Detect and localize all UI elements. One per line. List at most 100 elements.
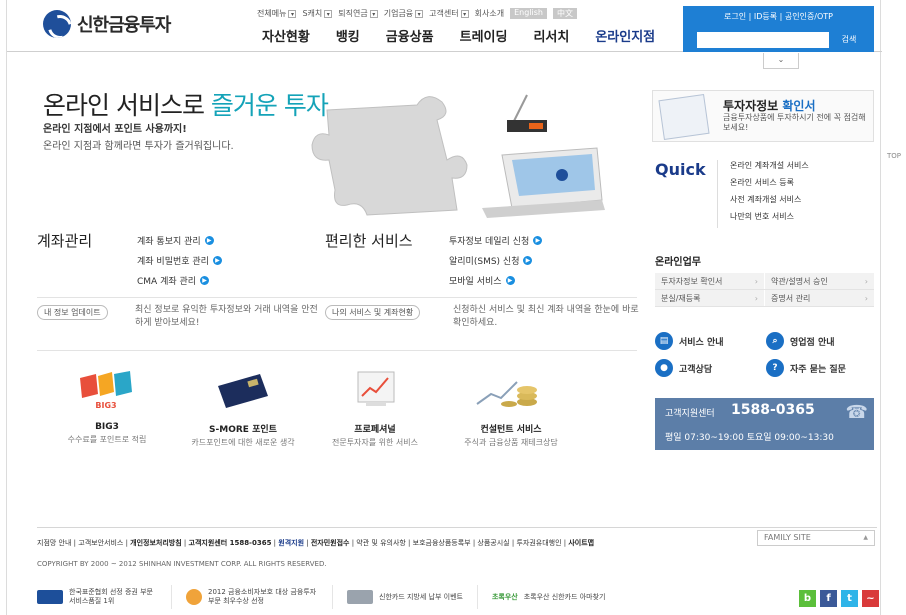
quick-link-pre-open[interactable]: 사전 계좌개설 서비스 (730, 194, 809, 211)
util-corporate[interactable]: 기업금융 ▾ (384, 8, 424, 19)
my-service-button[interactable]: 나의 서비스 및 계좌현황 (325, 305, 421, 320)
person-icon: ● (655, 359, 673, 377)
credit-card-icon (218, 374, 268, 408)
arrow-right-icon: ▶ (204, 235, 214, 245)
award-logo-icon (37, 590, 63, 604)
util-company[interactable]: 회사소개 (475, 8, 504, 19)
login-search-box: 로그인 | ID등록 | 공인인증/OTP 검색 (683, 6, 874, 52)
footer-link[interactable]: 투자권유대행인 (516, 539, 561, 547)
lang-chinese-button[interactable]: 中文 (552, 8, 577, 19)
consultation-link[interactable]: ● 고객상담 (655, 359, 712, 377)
util-pension[interactable]: 퇴직연금 ▾ (338, 8, 378, 19)
product-desc: 전문투자자를 위한 서비스 (331, 438, 419, 447)
my-service-desc: 신청하신 서비스 및 최신 계좌 내역을 한눈에 바로 확인하세요. (453, 305, 639, 328)
car-icon (347, 590, 373, 604)
stock-chart-icon[interactable]: ~ (862, 590, 879, 607)
expand-toggle-button[interactable]: ⌄ (763, 53, 799, 69)
green-umbrella-banner[interactable]: 초록우산 초록우산 신한카드 아마찾기 (492, 585, 620, 609)
puzzle-laptop-illustration (311, 94, 605, 218)
footer-link[interactable]: 개인정보처리방침 (130, 539, 182, 547)
family-site-select[interactable]: FAMILY SITE (757, 530, 875, 546)
online-task-investor-info[interactable]: 투자자정보 확인서 (655, 273, 764, 290)
nav-products[interactable]: 금융상품 (386, 26, 434, 45)
product-title: 컨설턴트 서비스 (480, 425, 542, 435)
quick-links: 온라인 계좌개설 서비스 온라인 서비스 등록 사전 계좌개설 서비스 나만의 … (717, 160, 809, 228)
footer-link[interactable]: 전자민원접수 (311, 539, 350, 547)
product-title: S-MORE 포인트 (209, 425, 277, 435)
branch-guide-link[interactable]: ⌕ 영업점 안내 (766, 332, 835, 350)
service-guide-link[interactable]: ▤ 서비스 안내 (655, 332, 724, 350)
util-scatch[interactable]: S캐치 ▾ (302, 8, 333, 19)
conv-link-sms[interactable]: 알리미(SMS) 신청 ▶ (449, 250, 542, 270)
online-task-terms[interactable]: 약관/설명서 승인 (765, 273, 874, 290)
convenience-links: 투자정보 데일리 신청 ▶ 알리미(SMS) 신청 ▶ 모바일 서비스 ▶ (449, 230, 543, 290)
award-banner[interactable]: 2012 금융소비자보호 대상 금융투자부문 최우수상 선정 (186, 585, 333, 609)
nav-banking[interactable]: 뱅킹 (336, 26, 360, 45)
facebook-icon[interactable]: f (820, 590, 837, 607)
nav-trading[interactable]: 트레이딩 (460, 26, 508, 45)
footer-link[interactable]: 고객보안서비스 (78, 539, 123, 547)
footer-link[interactable]: 약관 및 유의사항 (356, 539, 406, 547)
online-task-lost[interactable]: 분실/재등록 (655, 290, 764, 307)
investor-info-desc: 금융투자상품에 투자하시기 전에 꼭 점검해보세요! (723, 113, 866, 132)
top-button[interactable]: TOP (887, 152, 901, 160)
shinhan-logo-icon (43, 10, 71, 38)
login-links[interactable]: 로그인 | ID등록 | 공인인증/OTP (683, 11, 874, 22)
cs-phone: 1588-0365 (731, 402, 815, 418)
investor-info-banner[interactable]: 투자자정보 확인서 금융투자상품에 투자하시기 전에 꼭 점검해보세요! (652, 90, 874, 142)
footer-link[interactable]: 고객지원센터 1588-0365 (189, 539, 272, 547)
award-banner[interactable]: 한국표준협회 선정 증권 부문 서비스품질 1위 (37, 585, 172, 609)
product-desc: 수수료를 포인트로 적립 (67, 435, 147, 444)
chevron-down-icon: ▾ (415, 10, 424, 18)
quick-label: Quick (655, 160, 706, 179)
footer-link[interactable]: 상품공시실 (477, 539, 509, 547)
nav-assets[interactable]: 자산현황 (262, 26, 310, 45)
footer-divider (37, 527, 877, 528)
footer-link[interactable]: 지점망 안내 (37, 539, 71, 547)
map-search-icon: ⌕ (766, 332, 784, 350)
account-link-statement[interactable]: 계좌 통보지 관리 ▶ (137, 230, 222, 250)
nav-online-branch[interactable]: 온라인지점 (595, 26, 655, 45)
lang-english-button[interactable]: English (510, 8, 547, 19)
logo[interactable]: 신한금융투자 (43, 10, 171, 38)
hero-subtitle: 온라인 지점에서 포인트 사용까지! (43, 124, 187, 135)
chevron-down-icon: ▾ (369, 10, 378, 18)
footer-link[interactable]: 사이트맵 (568, 539, 594, 547)
util-all-menu[interactable]: 전체메뉴 ▾ (257, 8, 297, 19)
product-professional[interactable]: 프로페셔널 전문투자자를 위한 서비스 (315, 368, 435, 448)
product-smore[interactable]: S-MORE 포인트 카드포인트에 대한 새로운 생각 (183, 368, 303, 448)
twitter-icon[interactable]: t (841, 590, 858, 607)
nav-research[interactable]: 리서치 (533, 26, 569, 45)
faq-link[interactable]: ? 자주 묻는 질문 (766, 359, 846, 377)
award-banners: 한국표준협회 선정 증권 부문 서비스품질 1위 2012 금융소비자보호 대상… (37, 585, 633, 609)
account-link-cma[interactable]: CMA 계좌 관리 ▶ (137, 270, 222, 290)
conv-link-daily[interactable]: 투자정보 데일리 신청 ▶ (449, 230, 543, 250)
search-input[interactable] (697, 32, 829, 48)
conv-link-mobile[interactable]: 모바일 서비스 ▶ (449, 270, 542, 290)
chart-board-icon (357, 371, 395, 406)
footer-link[interactable]: 원격지원 (278, 539, 304, 547)
divider (37, 350, 637, 351)
util-customer[interactable]: 고객센터 ▾ (429, 8, 469, 19)
card-tax-banner[interactable]: 신한카드 지방세 납부 이벤트 (347, 585, 478, 609)
product-consultant[interactable]: 컨설턴트 서비스 주식과 금융상품 재테크상담 (451, 368, 571, 448)
online-task-certificate[interactable]: 증명서 관리 (765, 290, 874, 307)
product-big3[interactable]: BIG3 BIG3 수수료를 포인트로 적립 (47, 368, 167, 445)
search-button[interactable]: 검색 (831, 32, 867, 48)
arrow-right-icon: ▶ (212, 255, 222, 265)
cs-hours: 평일 07:30~19:00 토요일 09:00~13:30 (665, 433, 834, 443)
arrow-right-icon: ▶ (523, 255, 533, 265)
account-link-password[interactable]: 계좌 비밀번호 관리 ▶ (137, 250, 222, 270)
arrow-right-icon: ▶ (200, 275, 210, 285)
chevron-down-icon: ▾ (288, 10, 297, 18)
quick-link-my-number[interactable]: 나만의 번호 서비스 (730, 211, 809, 228)
header: 신한금융투자 전체메뉴 ▾ S캐치 ▾ 퇴직연금 ▾ 기업금융 ▾ 고객센터 ▾ 회사소개… (7, 0, 882, 52)
quick-link-open-account[interactable]: 온라인 계좌개설 서비스 (730, 160, 809, 177)
update-info-button[interactable]: 내 정보 업데이트 (37, 305, 108, 320)
quick-link-register[interactable]: 온라인 서비스 등록 (730, 177, 809, 194)
footer-link[interactable]: 보호금융상품등록부 (413, 539, 471, 547)
hero-title: 온라인 서비스로 즐거운 투자 (43, 91, 329, 120)
blog-icon[interactable]: b (799, 590, 816, 607)
account-section-title: 계좌관리 (37, 232, 93, 250)
question-icon: ? (766, 359, 784, 377)
